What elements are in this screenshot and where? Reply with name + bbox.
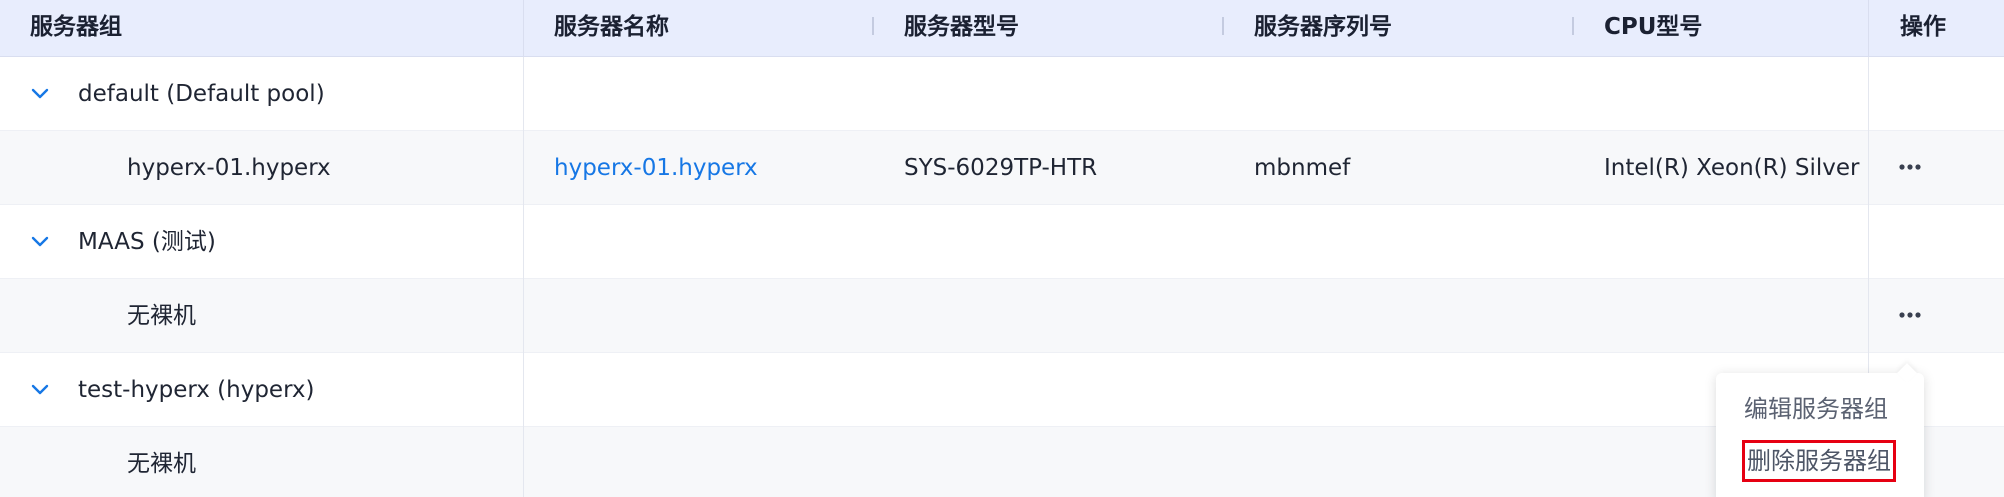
cell-divider: [523, 353, 524, 427]
header-divider: [1868, 0, 1869, 57]
serial-number-cell: mbnmef: [1254, 155, 1351, 181]
column-header-server-group: 服务器组: [30, 14, 122, 40]
cell-divider: [523, 205, 524, 279]
cpu-model-cell: Intel(R) Xeon(R) Silver 4110: [1604, 155, 1868, 181]
server-group-cell: 无裸机: [127, 303, 196, 329]
server-model-cell: SYS-6029TP-HTR: [904, 155, 1098, 181]
table-row: 无裸机: [0, 427, 2004, 497]
group-row-default: default (Default pool): [0, 57, 2004, 131]
delete-server-group-menu-item[interactable]: 删除服务器组: [1742, 440, 1896, 482]
cell-divider: [1868, 205, 1869, 279]
group-row-test-hyperx: test-hyperx (hyperx): [0, 353, 2004, 427]
actions-popover-menu: 编辑服务器组 删除服务器组: [1716, 363, 1924, 497]
column-header-server-model: 服务器型号: [904, 14, 1019, 40]
more-horizontal-icon[interactable]: [1896, 157, 1924, 177]
server-name-link[interactable]: hyperx-01.hyperx: [554, 131, 894, 205]
column-resize-handle[interactable]: [872, 17, 874, 35]
column-header-actions: 操作: [1900, 14, 1946, 40]
group-row-maas: MAAS (测试): [0, 205, 2004, 279]
chevron-down-icon[interactable]: [30, 84, 50, 104]
cell-divider: [1868, 57, 1869, 131]
chevron-down-icon[interactable]: [30, 232, 50, 252]
table-row: 无裸机: [0, 279, 2004, 353]
table-header: 服务器组 服务器名称 服务器型号 服务器序列号 CPU型号 操作: [0, 0, 2004, 57]
column-header-serial-number: 服务器序列号: [1254, 14, 1392, 40]
more-horizontal-icon[interactable]: [1896, 305, 1924, 325]
column-header-server-name: 服务器名称: [554, 14, 669, 40]
group-name: MAAS (测试): [78, 229, 216, 255]
header-divider: [523, 0, 524, 57]
cell-divider: [1868, 279, 1869, 353]
table-row: hyperx-01.hyperx hyperx-01.hyperx SYS-60…: [0, 131, 2004, 205]
group-name: test-hyperx (hyperx): [78, 377, 315, 403]
cell-divider: [523, 427, 524, 497]
cell-divider: [523, 279, 524, 353]
server-group-cell: hyperx-01.hyperx: [127, 155, 331, 181]
column-resize-handle[interactable]: [1222, 17, 1224, 35]
cell-divider: [523, 57, 524, 131]
column-header-cpu-model: CPU型号: [1604, 14, 1703, 40]
chevron-down-icon[interactable]: [30, 380, 50, 400]
edit-server-group-menu-item[interactable]: 编辑服务器组: [1744, 391, 1888, 427]
cell-divider: [1868, 131, 1869, 205]
column-resize-handle[interactable]: [1572, 17, 1574, 35]
group-name: default (Default pool): [78, 81, 325, 107]
server-group-cell: 无裸机: [127, 451, 196, 477]
cell-divider: [523, 131, 524, 205]
